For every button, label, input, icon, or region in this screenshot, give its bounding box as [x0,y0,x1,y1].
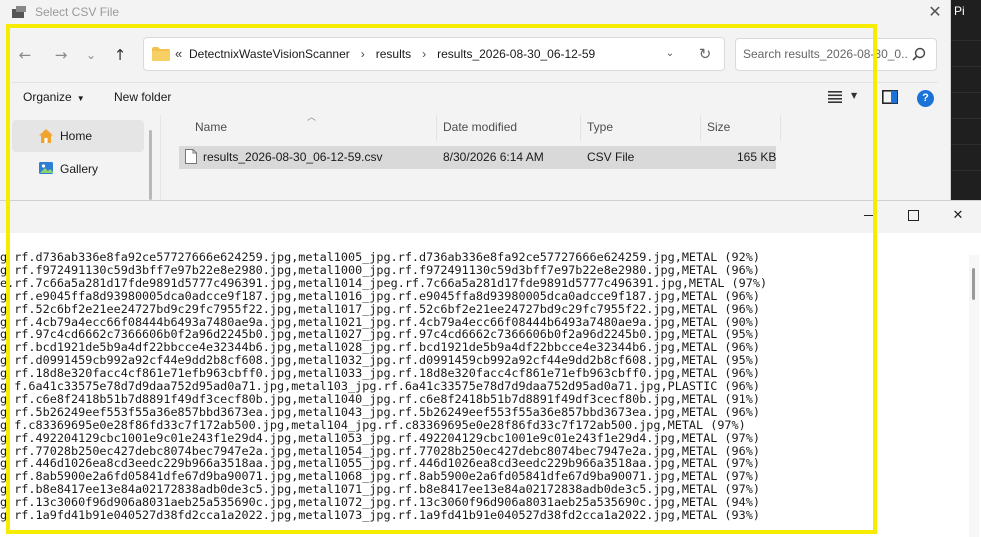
breadcrumb-item[interactable]: DetectnixWasteVisionScanner [189,47,350,61]
file-name: results_2026-08-30_06-12-59.csv [203,150,383,164]
vertical-scrollbar[interactable] [969,255,979,537]
up-button[interactable]: ↑ [107,42,133,68]
chevron-down-icon: ▼ [76,94,85,103]
gallery-icon [39,162,53,174]
navigation-pane: Home Gallery [12,115,155,210]
text-output-area[interactable]: g rf.d736ab336e8fa92ce57727666e624259.jp… [0,251,968,537]
preview-pane-icon[interactable] [882,90,898,104]
text-window-titlebar: ✕ [0,201,981,233]
text-output-window: ✕ g rf.d736ab336e8fa92ce57727666e624259.… [0,200,981,537]
scrollbar-thumb[interactable] [972,268,975,300]
minimize-button[interactable] [846,201,892,231]
file-dialog: Select CSV File ✕ ← → ⌄ ↑ « DetectnixWas… [0,0,951,210]
column-divider[interactable] [780,115,781,141]
address-dropdown-icon[interactable]: ⌄ [661,45,679,63]
dialog-title: Select CSV File [35,5,120,19]
column-header-size[interactable]: Size [707,120,730,134]
divider [12,82,938,83]
search-input[interactable] [743,45,908,63]
output-line: g rf.52c6bf2e21ee24727bd9c29fc7955f22.jp… [0,301,760,316]
new-folder-button[interactable]: New folder [114,90,171,104]
nav-item-label: Home [60,129,93,143]
recent-locations-button[interactable]: ⌄ [78,42,104,68]
search-icon[interactable] [912,47,926,61]
maximize-icon [907,210,919,221]
output-line: g rf.492204129cbc1001e9c01e243f1e29d4.jp… [0,430,760,445]
address-overflow[interactable]: « [175,46,182,61]
output-line: g f.c83369695e0e28f86fd33c7f172ab500.jpg… [0,417,746,432]
output-line: g rf.5b26249eef553f55a36e857bbd3673ea.jp… [0,404,760,419]
breadcrumb: DetectnixWasteVisionScanner › results › resu… [189,47,595,61]
file-size: 165 KB [737,150,777,164]
output-line: g rf.1a9fd41b91e040527d38fd2cca1a2022.jp… [0,508,760,522]
output-line: g rf.c6e8f2418b51b7d8891f49df3cecf80b.jp… [0,391,760,406]
help-icon[interactable]: ? [917,90,934,107]
close-button[interactable]: ✕ [935,201,981,231]
minimize-icon [864,215,874,216]
forward-button[interactable]: → [48,42,74,68]
nav-item-home[interactable]: Home [12,120,144,152]
address-bar[interactable]: « DetectnixWasteVisionScanner › results › re… [143,37,725,71]
nav-item-gallery[interactable]: Gallery [12,153,144,183]
organize-button[interactable]: Organize ▼ [23,90,85,104]
column-header-name[interactable]: Name [195,120,227,134]
view-dropdown-icon[interactable]: ▼ [851,91,857,100]
background-window: Pi [950,0,981,200]
column-divider[interactable] [436,115,437,141]
breadcrumb-separator[interactable]: › [361,47,365,61]
column-header-date[interactable]: Date modified [443,120,517,134]
column-divider[interactable] [580,115,581,141]
nav-item-label: Gallery [60,162,99,176]
home-icon [39,129,53,143]
file-date-modified: 8/30/2026 6:14 AM [443,150,544,164]
refresh-icon[interactable]: ↻ [694,43,716,65]
dialog-close-button[interactable]: ✕ [925,2,945,22]
folder-icon [152,47,170,61]
breadcrumb-item[interactable]: results [376,47,411,61]
dialog-titlebar: Select CSV File ✕ [0,0,950,26]
background-window-title: Pi [954,4,965,18]
app-icon [12,6,26,18]
search-box[interactable] [735,38,937,71]
breadcrumb-item[interactable]: results_2026-08-30_06-12-59 [437,47,595,61]
output-line: g rf.e9045ffa8d93980005dca0adcce9f187.jp… [0,288,760,303]
breadcrumb-separator[interactable]: › [422,47,426,61]
column-divider[interactable] [700,115,701,141]
output-line: g rf.f972491130c59d3bff7e97b22e8e2980.jp… [0,262,760,277]
divider [160,115,161,210]
organize-label: Organize [23,90,72,104]
file-type: CSV File [587,150,635,164]
file-icon [185,149,197,164]
file-row[interactable]: results_2026-08-30_06-12-59.csv 8/30/202… [179,146,776,169]
output-line: e.rf.7c66a5a281d17fde9891d5777c496391.jp… [0,275,768,290]
back-button[interactable]: ← [12,42,38,68]
maximize-button[interactable] [890,201,936,231]
view-options-icon[interactable] [828,91,842,103]
column-header-type[interactable]: Type [587,120,613,134]
navpane-scrollbar[interactable] [149,130,152,200]
sort-indicator-icon: ︿ [307,113,317,123]
